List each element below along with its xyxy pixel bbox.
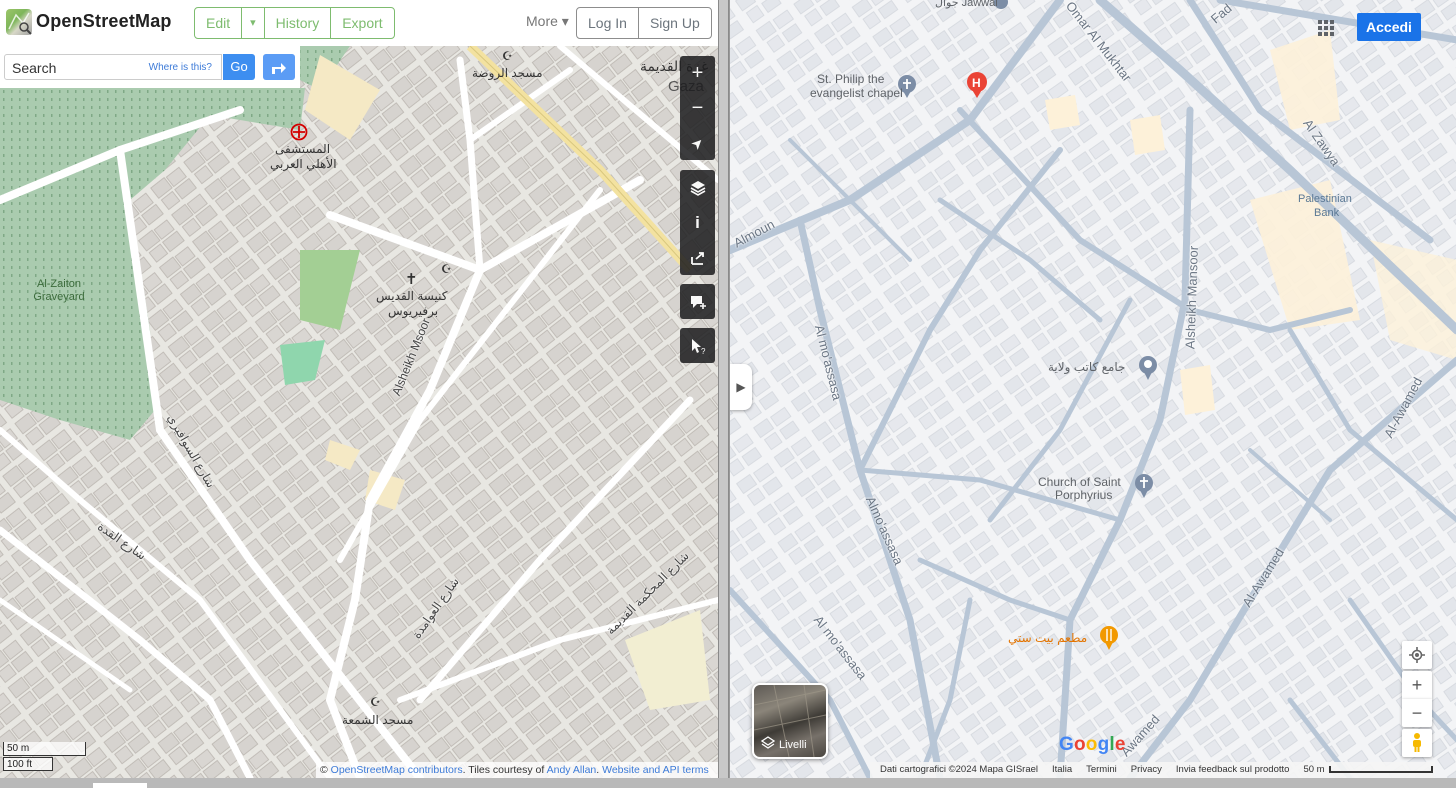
map-data-credit: Dati cartografici ©2024 Mapa GISrael: [880, 764, 1039, 775]
church-label-line2[interactable]: Porphyrius: [1055, 488, 1112, 502]
mosque-shamaa-label: مسجد الشمعة: [342, 713, 414, 727]
map-key-button[interactable]: i: [680, 205, 715, 240]
bank-label-line2[interactable]: Bank: [1314, 207, 1339, 219]
share-button[interactable]: [680, 240, 715, 275]
chapel-label-line1[interactable]: St. Philip the: [817, 72, 884, 86]
more-menu[interactable]: More ▾: [526, 13, 569, 30]
login-button[interactable]: Log In: [577, 8, 639, 38]
hospital-label-line2: الأهلي العربي: [270, 157, 337, 171]
osm-header: OpenStreetMap Edit ▾ History Export More…: [0, 0, 718, 46]
scale-imperial: 100 ft: [3, 757, 53, 771]
edit-button[interactable]: Edit: [195, 8, 243, 38]
where-is-this-link[interactable]: Where is this?: [149, 62, 212, 73]
add-note-button[interactable]: [680, 284, 715, 319]
attribution-copyright: ©: [320, 764, 328, 776]
apps-grid-icon[interactable]: [1318, 20, 1334, 36]
layers-thumbnail-button[interactable]: Livelli: [752, 683, 828, 759]
window-bottom-strip: [0, 778, 1456, 788]
church-icon: ✝: [405, 271, 418, 288]
scale-bar[interactable]: 50 m: [1303, 762, 1433, 778]
edit-history-export-group: Edit ▾ History Export: [194, 7, 395, 39]
terms-link[interactable]: Website and API terms: [602, 764, 709, 776]
layers-icon: [690, 180, 705, 196]
mosque-label[interactable]: جامع كاتب ولاية: [1048, 360, 1125, 374]
google-map-panel[interactable]: H St. Philip the evangelist chapel جوال …: [729, 0, 1456, 778]
scale-metric: 50 m: [3, 742, 86, 756]
go-button[interactable]: Go: [223, 54, 255, 80]
mosque-icon: ☪: [441, 262, 452, 276]
mosque-icon: ☪: [370, 695, 381, 709]
google-footer: Dati cartografici ©2024 Mapa GISrael Ita…: [870, 762, 1435, 778]
privacy-link[interactable]: Privacy: [1131, 762, 1162, 778]
my-location-icon: [1409, 647, 1425, 663]
side-panel-toggle[interactable]: ▶: [730, 364, 752, 410]
add-note-icon: [690, 295, 706, 309]
chapel-label-line2[interactable]: evangelist chapel: [810, 86, 903, 100]
chevron-right-icon: ▶: [736, 380, 746, 394]
search-placeholder: Search: [12, 60, 57, 76]
query-control: ?: [680, 328, 715, 363]
graveyard-label: Al-Zaiton Graveyard: [33, 278, 85, 303]
jawwal-label[interactable]: جوال Jawwal: [935, 0, 998, 9]
note-control: [680, 284, 715, 319]
auth-group: Log In Sign Up: [576, 7, 712, 39]
cursor-question-icon: ?: [691, 338, 706, 355]
directions-icon: [272, 63, 286, 74]
query-features-button[interactable]: ?: [680, 328, 715, 363]
zoom-in-button[interactable]: +: [1402, 671, 1432, 699]
feedback-link[interactable]: Invia feedback sul prodotto: [1176, 762, 1290, 778]
layers-icon: [761, 736, 775, 749]
scale-line: [1328, 765, 1433, 773]
osm-logo-icon[interactable]: [6, 9, 32, 35]
pegman-icon: [1413, 733, 1421, 752]
svg-text:?: ?: [701, 347, 706, 355]
osm-map[interactable]: مسجد الروضة ☪ المستشفى الأهلي العربي كني…: [0, 46, 718, 778]
country-link[interactable]: Italia: [1052, 762, 1072, 778]
restaurant-label[interactable]: مطعم بيت ستي: [1008, 631, 1087, 645]
my-location-button[interactable]: [1402, 641, 1432, 669]
zoom-in-button[interactable]: +: [680, 56, 715, 91]
svg-text:H: H: [972, 76, 981, 90]
hospital-label-line1: المستشفى: [275, 142, 331, 156]
terms-link[interactable]: Termini: [1086, 762, 1117, 778]
bank-label-line1[interactable]: Palestinian: [1298, 193, 1352, 205]
signin-button[interactable]: Accedi: [1357, 13, 1421, 41]
google-logo: Google: [1059, 734, 1126, 755]
search-input[interactable]: Search Where is this?: [4, 54, 222, 80]
directions-button[interactable]: [263, 54, 295, 80]
bottom-tab[interactable]: [93, 783, 147, 788]
osm-contributors-link[interactable]: OpenStreetMap contributors: [331, 764, 463, 776]
history-button[interactable]: History: [265, 8, 332, 38]
tiles-text: . Tiles courtesy of: [462, 764, 545, 776]
church-label-line1[interactable]: Church of Saint: [1038, 475, 1121, 489]
window-divider[interactable]: [718, 0, 729, 788]
osm-search-bar: Search Where is this? Go: [0, 46, 300, 88]
church-label-line2: برفيريوس: [388, 304, 439, 318]
osm-brand-title[interactable]: OpenStreetMap: [36, 11, 172, 32]
zoom-out-button[interactable]: −: [1402, 699, 1432, 727]
share-icon: [690, 251, 704, 265]
zoom-controls: + − ➤: [680, 56, 715, 160]
osm-attribution: © OpenStreetMap contributors. Tiles cour…: [316, 762, 718, 778]
andy-allan-link[interactable]: Andy Allan: [547, 764, 597, 776]
street-view-pegman-button[interactable]: [1402, 729, 1432, 757]
mosque-icon: ☪: [502, 49, 513, 63]
signup-button[interactable]: Sign Up: [639, 8, 711, 38]
tool-controls: i: [680, 170, 715, 275]
attribution-sep: .: [596, 764, 600, 776]
church-label-line1: كنيسة القديس: [376, 289, 448, 303]
layers-label: Livelli: [779, 739, 807, 751]
osm-panel: مسجد الروضة ☪ المستشفى الأهلي العربي كني…: [0, 0, 718, 778]
scale-label: 50 m: [1303, 764, 1325, 775]
edit-dropdown-button[interactable]: ▾: [242, 8, 265, 38]
export-button[interactable]: Export: [331, 8, 393, 38]
mosque-rawda-label: مسجد الروضة: [472, 66, 543, 80]
layers-button[interactable]: [680, 170, 715, 205]
